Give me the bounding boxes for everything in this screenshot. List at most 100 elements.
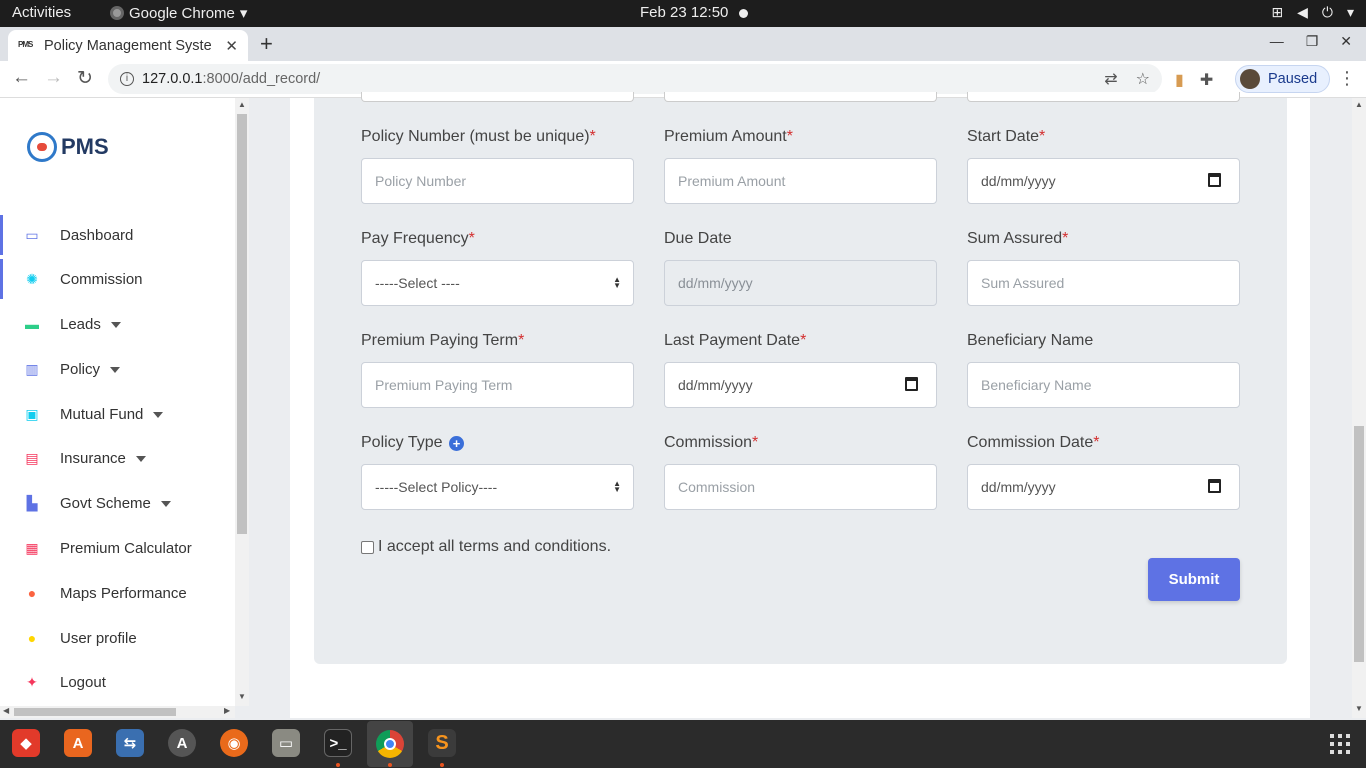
- scroll-up-icon[interactable]: ▲: [1355, 100, 1363, 109]
- sublime-text-icon[interactable]: S: [428, 729, 456, 757]
- sidebar-item-logout[interactable]: ✦ Logout: [0, 662, 235, 702]
- site-info-icon[interactable]: i: [120, 72, 134, 86]
- forward-arrow-icon[interactable]: →: [44, 67, 63, 89]
- start-date-label: Start Date*: [967, 128, 1045, 146]
- required-marker: *: [518, 332, 525, 349]
- policy-type-label: Policy Type +: [361, 434, 464, 452]
- terms-label: I accept all terms and conditions.: [378, 538, 612, 555]
- beneficiary-name-input[interactable]: Beneficiary Name: [967, 362, 1240, 408]
- caret-down-icon: [110, 321, 121, 328]
- start-date-date-input[interactable]: dd/mm/yyyy: [967, 158, 1240, 204]
- sidebar-item-policy[interactable]: ▥ Policy: [0, 349, 235, 389]
- scroll-down-icon[interactable]: ▼: [238, 692, 246, 701]
- required-marker: *: [1093, 434, 1100, 451]
- page-scrollbar[interactable]: ▲ ▼: [1352, 98, 1366, 718]
- ubuntu-updates-icon[interactable]: A: [168, 729, 196, 757]
- sidebar-horizontal-scrollbar[interactable]: ◀ ▶: [0, 706, 235, 718]
- puzzle-icon[interactable]: ✚: [1200, 70, 1213, 90]
- terms-checkbox[interactable]: [361, 540, 374, 554]
- system-tray[interactable]: ⊞ ◀ ⏻ ▾: [1271, 4, 1354, 21]
- premium-amount-input[interactable]: Premium Amount: [664, 158, 937, 204]
- firefox-icon[interactable]: ◉: [220, 729, 248, 757]
- required-marker: *: [752, 434, 759, 451]
- previous-row-input[interactable]: [361, 92, 634, 102]
- sidebar-item-user-profile[interactable]: ● User profile: [0, 618, 235, 658]
- sidebar-item-maps-performance[interactable]: ● Maps Performance: [0, 573, 235, 613]
- credit-card-icon: ▬: [25, 316, 39, 332]
- browser-tab[interactable]: PMS Policy Management Syste ✕: [8, 30, 248, 61]
- scrollbar-thumb[interactable]: [237, 114, 247, 534]
- commission-input[interactable]: Commission: [664, 464, 937, 510]
- back-arrow-icon[interactable]: ←: [12, 67, 31, 89]
- chevron-down-icon: ▾: [1346, 4, 1354, 20]
- close-window-icon[interactable]: ✕: [1340, 33, 1352, 50]
- window-controls: — ❐ ✕: [1270, 33, 1352, 50]
- premium-amount-label: Premium Amount*: [664, 128, 793, 146]
- scroll-right-icon[interactable]: ▶: [224, 706, 230, 715]
- sidebar-item-label: Logout: [60, 673, 106, 691]
- commission-date-date-input[interactable]: dd/mm/yyyy: [967, 464, 1240, 510]
- minimize-icon[interactable]: —: [1270, 33, 1284, 50]
- sidebar-item-govt-scheme[interactable]: ▙ Govt Scheme: [0, 483, 235, 523]
- kebab-menu-icon[interactable]: ⋮: [1338, 68, 1356, 89]
- profile-button[interactable]: Paused: [1235, 65, 1331, 93]
- sum-assured-input[interactable]: Sum Assured: [967, 260, 1240, 306]
- previous-row-input[interactable]: [664, 92, 937, 102]
- required-marker: *: [786, 128, 793, 145]
- sidebar-item-mutual-fund[interactable]: ▣ Mutual Fund: [0, 394, 235, 434]
- sidebar-item-leads[interactable]: ▬ Leads: [0, 304, 235, 344]
- extension-icon[interactable]: ▮: [1175, 70, 1184, 90]
- calendar-icon[interactable]: [1208, 173, 1221, 187]
- show-applications-icon[interactable]: [1330, 734, 1350, 754]
- restore-icon[interactable]: ❐: [1306, 33, 1319, 50]
- add-policy-type-icon[interactable]: +: [448, 436, 464, 451]
- chrome-dock-icon[interactable]: [367, 721, 413, 767]
- logo[interactable]: PMS: [27, 132, 109, 162]
- sidebar-item-dashboard[interactable]: ▭ Dashboard: [0, 215, 235, 255]
- new-tab-button[interactable]: +: [260, 31, 273, 57]
- map-pin-icon: ●: [27, 585, 37, 601]
- app-menu[interactable]: Google Chrome ▾: [110, 4, 247, 22]
- scroll-up-icon[interactable]: ▲: [238, 100, 246, 109]
- pay-frequency-select[interactable]: -----Select ---- ▲ ▼: [361, 260, 634, 306]
- previous-row-input[interactable]: [967, 92, 1240, 102]
- sidebar-item-label: Dashboard: [60, 226, 134, 244]
- scroll-left-icon[interactable]: ◀: [3, 706, 9, 715]
- sidebar-item-premium-calculator[interactable]: ▦ Premium Calculator: [0, 528, 235, 568]
- sidebar-item-commission[interactable]: ✺ Commission: [0, 259, 235, 299]
- activities-button[interactable]: Activities: [12, 4, 71, 21]
- sidebar-item-label: Govt Scheme: [60, 494, 151, 512]
- close-tab-icon[interactable]: ✕: [225, 37, 238, 55]
- scrollbar-thumb[interactable]: [1354, 426, 1364, 662]
- scrollbar-thumb[interactable]: [14, 708, 176, 716]
- field-label-text: Pay Frequency: [361, 230, 469, 247]
- premium-paying-term-input[interactable]: Premium Paying Term: [361, 362, 634, 408]
- submit-button[interactable]: Submit: [1148, 558, 1240, 601]
- last-payment-date-date-input[interactable]: dd/mm/yyyy: [664, 362, 937, 408]
- reload-icon[interactable]: ↻: [77, 67, 93, 90]
- calendar-icon[interactable]: [905, 377, 918, 391]
- policy-type-select[interactable]: -----Select Policy---- ▲ ▼: [361, 464, 634, 510]
- sidebar-scrollbar[interactable]: ▲ ▼: [235, 98, 249, 706]
- sidebar-item-label: Policy: [60, 360, 101, 378]
- anydesk-icon[interactable]: ◆: [12, 729, 40, 757]
- running-indicator: [388, 763, 392, 767]
- translate-icon[interactable]: ⇄: [1104, 69, 1117, 89]
- software-center-icon[interactable]: A: [64, 729, 92, 757]
- files-icon[interactable]: ▭: [272, 729, 300, 757]
- terms-checkbox-row[interactable]: I accept all terms and conditions.: [361, 538, 611, 556]
- scroll-down-icon[interactable]: ▼: [1355, 704, 1363, 713]
- clock[interactable]: Feb 23 12:50: [640, 4, 728, 21]
- address-bar[interactable]: i 127.0.0.1 :8000/add_record/ ⇄ ☆: [108, 64, 1162, 94]
- content-panel: Policy Number (must be unique)* Policy Nu…: [290, 92, 1310, 718]
- field-label-text: Beneficiary Name: [967, 332, 1094, 349]
- terminal-icon[interactable]: >_: [324, 729, 352, 757]
- bookmark-star-icon[interactable]: ☆: [1136, 69, 1150, 89]
- input-placeholder: dd/mm/yyyy: [981, 479, 1056, 495]
- remote-desktop-icon[interactable]: ⇆: [116, 729, 144, 757]
- policy-number-input[interactable]: Policy Number: [361, 158, 634, 204]
- sidebar-item-insurance[interactable]: ▤ Insurance: [0, 438, 235, 478]
- input-placeholder: Beneficiary Name: [981, 377, 1092, 393]
- required-marker: *: [1039, 128, 1046, 145]
- calendar-icon[interactable]: [1208, 479, 1221, 493]
